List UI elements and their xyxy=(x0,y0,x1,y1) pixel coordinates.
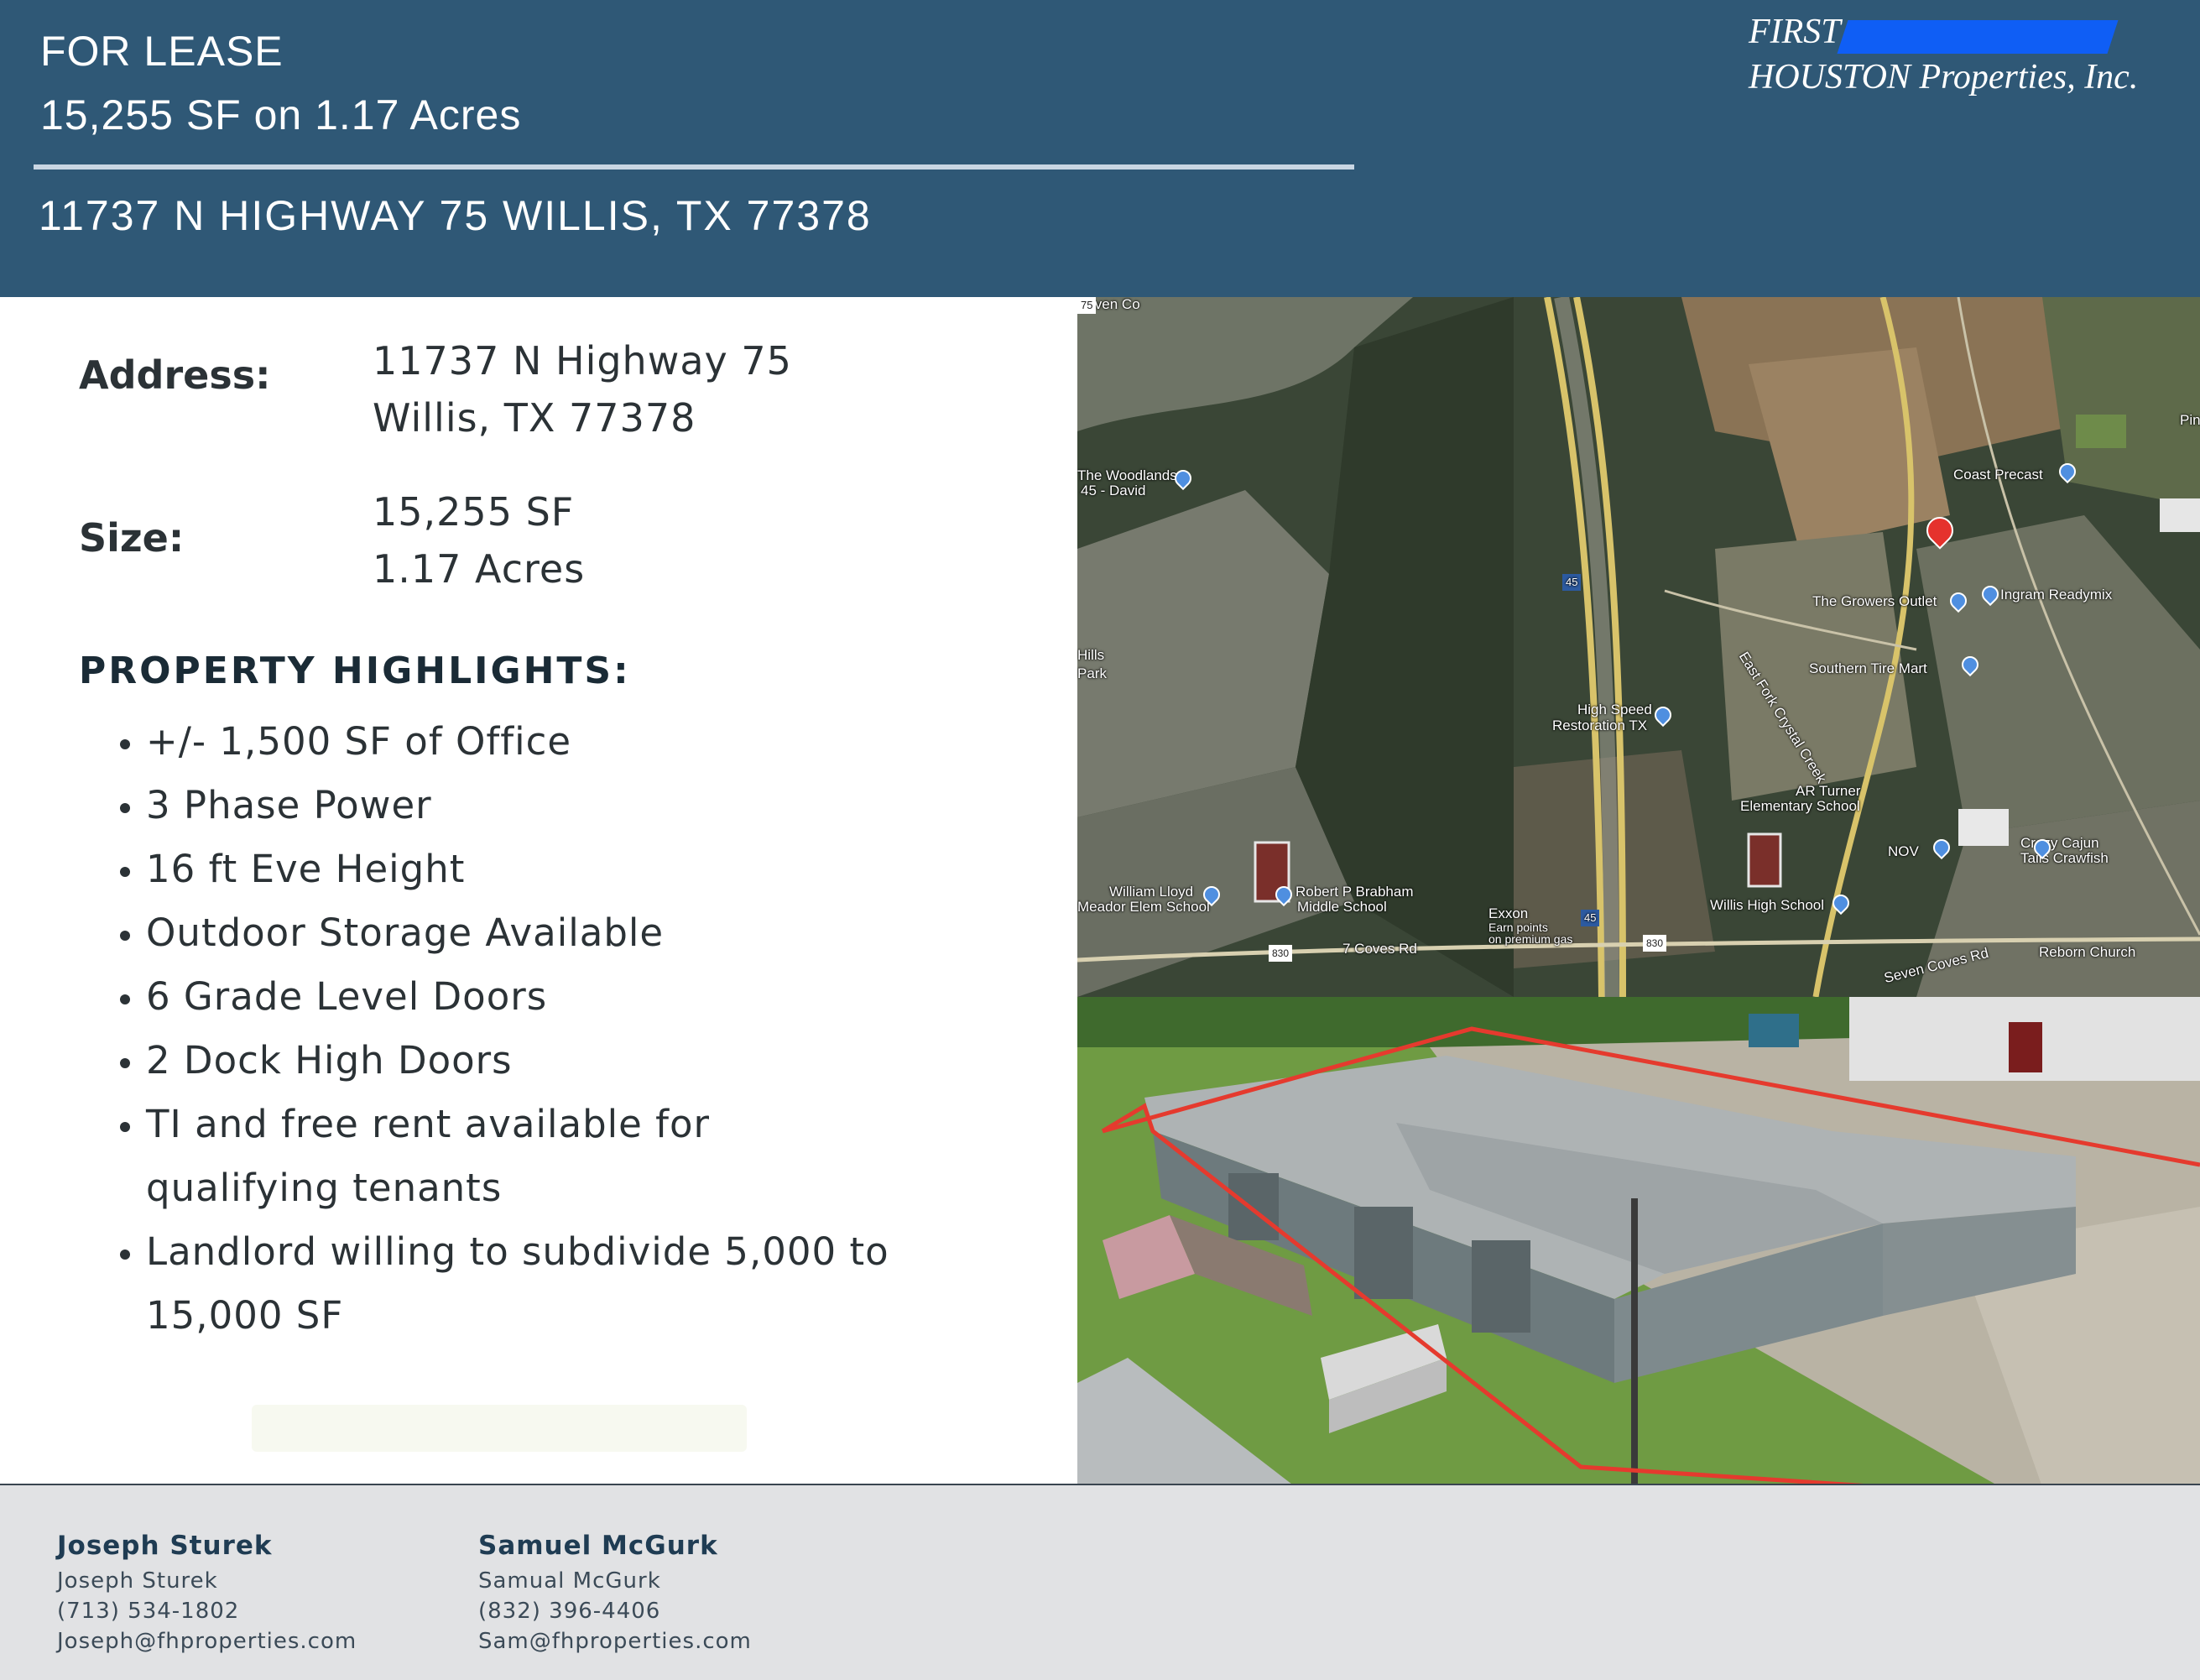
listing-size: 15,255 SF on 1.17 Acres xyxy=(40,91,522,138)
highway-45-shield: 45 xyxy=(1562,574,1582,591)
agent-subname: Samual McGurk xyxy=(478,1568,661,1594)
agent-name: Samuel McGurk xyxy=(478,1531,718,1561)
size-acres: 1.17 Acres xyxy=(373,546,586,592)
map-label-high-speed: High Speed xyxy=(1577,702,1652,717)
map-label-william-lloyd: William Lloyd xyxy=(1109,884,1194,900)
map-label-restoration: Restoration TX xyxy=(1552,717,1648,733)
faded-overlay xyxy=(252,1405,747,1452)
address-line-1: 11737 N Highway 75 xyxy=(373,338,792,383)
map-label-willis-high: Willis High School xyxy=(1710,897,1825,913)
agent-card: Joseph Sturek Joseph Sturek (713) 534-18… xyxy=(57,1531,357,1657)
size-label: Size: xyxy=(79,515,185,561)
fm-830-shield: 830 xyxy=(1269,945,1293,962)
map-label-elementary: Elementary School xyxy=(1740,798,1860,814)
map-label-brabham-2: Middle School xyxy=(1297,899,1387,915)
property-details-panel: Address: 11737 N Highway 75 Willis, TX 7… xyxy=(0,297,1077,1484)
address-value: 11737 N Highway 75 Willis, TX 77378 xyxy=(373,332,792,446)
highlight-item: Outdoor Storage Available xyxy=(146,901,985,965)
size-sf: 15,255 SF xyxy=(373,489,575,535)
agent-phone[interactable]: (713) 534-1802 xyxy=(57,1596,357,1626)
highlight-item: TI and free rent available for qualifyin… xyxy=(146,1093,901,1220)
header-divider xyxy=(34,164,1354,170)
map-label-tails: Tails Crawfish xyxy=(2020,850,2109,866)
map-label-brabham: Robert P Brabham xyxy=(1295,884,1414,900)
map-label-nov: NOV xyxy=(1888,843,1919,859)
map-label-growers: The Growers Outlet xyxy=(1812,593,1937,609)
highlight-item: 2 Dock High Doors xyxy=(146,1029,985,1093)
highlight-item: 6 Grade Level Doors xyxy=(146,965,985,1029)
highlight-item: 16 ft Eve Height xyxy=(146,837,985,901)
map-label-ar-turner: AR Turner xyxy=(1796,783,1861,799)
highway-75-shield: 75 xyxy=(1077,297,1097,314)
map-label-exxon-3: on premium gas xyxy=(1488,932,1573,946)
map-terrain xyxy=(1077,297,2200,997)
map-label-crazy-cajun: Crazy Cajun xyxy=(2020,835,2099,851)
property-photo-illustration xyxy=(1077,997,2200,1487)
highlights-title: PROPERTY HIGHLIGHTS: xyxy=(79,650,631,692)
highlight-item: 3 Phase Power xyxy=(146,774,985,837)
listing-status: FOR LEASE xyxy=(40,28,284,75)
logo-first: FIRST xyxy=(1749,13,1841,51)
header-banner: FOR LEASE 15,255 SF on 1.17 Acres 11737 … xyxy=(0,0,2200,297)
fm-830-shield: 830 xyxy=(1643,935,1667,952)
aerial-map[interactable]: The Woodlands 45 - David Coast Precast T… xyxy=(1077,297,2200,997)
company-logo: FIRST HOUSTON Properties, Inc. xyxy=(1749,12,2151,104)
listing-address: 11737 N HIGHWAY 75 WILLIS, TX 77378 xyxy=(39,192,872,239)
agent-phone[interactable]: (832) 396-4406 xyxy=(478,1596,752,1626)
property-aerial-photo xyxy=(1077,997,2200,1487)
highway-45-shield: 45 xyxy=(1581,910,1600,926)
highlight-item: Landlord willing to subdivide 5,000 to 1… xyxy=(146,1220,901,1348)
highlight-item: +/- 1,500 SF of Office xyxy=(146,710,985,774)
highlights-list: +/- 1,500 SF of Office 3 Phase Power 16 … xyxy=(106,710,985,1348)
logo-accent-bar xyxy=(1837,20,2119,54)
address-label: Address: xyxy=(79,352,271,398)
logo-company-name: HOUSTON Properties, Inc. xyxy=(1749,58,2139,97)
map-label-woodlands-2: 45 - David xyxy=(1081,483,1146,498)
agent-card: Samuel McGurk Samual McGurk (832) 396-44… xyxy=(478,1531,752,1657)
map-label-pine: Pine Circ xyxy=(2180,412,2200,428)
contact-footer: Joseph Sturek Joseph Sturek (713) 534-18… xyxy=(0,1484,2200,1680)
agent-email[interactable]: Joseph@fhproperties.com xyxy=(57,1626,357,1657)
address-line-2: Willis, TX 77378 xyxy=(373,395,696,441)
map-label-coast-precast: Coast Precast xyxy=(1953,467,2043,483)
map-label-reborn: Reborn Church xyxy=(2039,944,2136,960)
size-value: 15,255 SF 1.17 Acres xyxy=(373,483,585,597)
agent-name: Joseph Sturek xyxy=(57,1531,273,1561)
agent-subname: Joseph Sturek xyxy=(57,1568,218,1594)
map-label-7-coves: 7 Coves Rd xyxy=(1342,941,1417,957)
map-label-southern: Southern Tire Mart xyxy=(1809,660,1927,676)
map-label-park: Park xyxy=(1077,665,1107,681)
map-label-woodlands: The Woodlands xyxy=(1077,467,1177,483)
map-label-hills: Hills xyxy=(1077,647,1105,663)
map-label-meador: Meador Elem School xyxy=(1077,899,1210,915)
map-label-ingram: Ingram Readymix xyxy=(2000,587,2113,603)
agent-email[interactable]: Sam@fhproperties.com xyxy=(478,1626,752,1657)
